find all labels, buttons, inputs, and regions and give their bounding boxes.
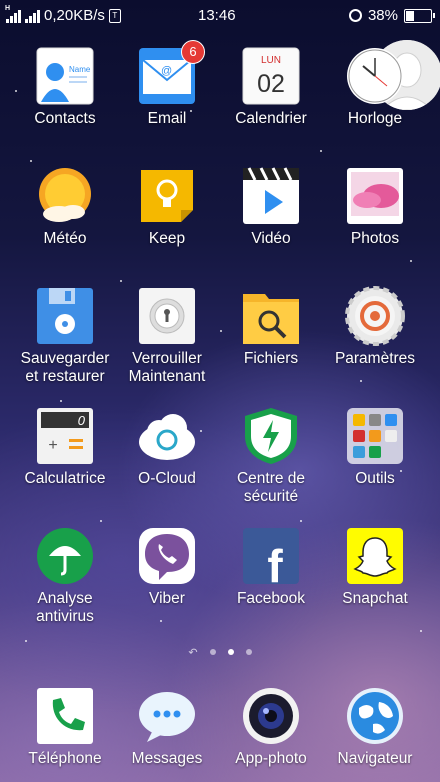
- app-keep[interactable]: Keep: [112, 166, 222, 248]
- app-label: Paramètres: [334, 350, 416, 367]
- svg-text:02: 02: [257, 70, 285, 98]
- svg-text:+: +: [48, 437, 57, 454]
- messages-icon: [137, 686, 197, 746]
- calculator-icon: 0 +: [35, 406, 95, 466]
- browser-icon: [345, 686, 405, 746]
- app-weather[interactable]: Météo: [10, 166, 120, 248]
- app-label-line1: Verrouiller: [132, 350, 202, 367]
- app-label-line2: Maintenant: [128, 368, 206, 385]
- dock-messages[interactable]: Messages: [112, 686, 222, 768]
- app-photos[interactable]: Photos: [320, 166, 430, 248]
- app-label: Keep: [148, 230, 186, 247]
- page-dot[interactable]: [209, 649, 216, 655]
- app-label-line1: Analyse: [37, 590, 93, 607]
- lock-icon: [137, 286, 197, 346]
- signal-icon-2: [25, 9, 40, 23]
- app-calendar[interactable]: LUN 02 Calendrier: [216, 46, 326, 128]
- camera-icon: [241, 686, 301, 746]
- files-icon: [241, 286, 301, 346]
- app-label: Téléphone: [28, 750, 102, 767]
- svg-text:LUN: LUN: [261, 55, 281, 66]
- app-viber[interactable]: Viber: [112, 526, 222, 608]
- status-bar: H 0,20KB/s T 13:46 38%: [0, 0, 440, 32]
- svg-text:0: 0: [78, 413, 86, 428]
- app-label-line2: et restaurer: [25, 368, 105, 385]
- app-label-line1: Sauvegarder: [20, 350, 110, 367]
- app-label-line2: sécurité: [243, 488, 299, 505]
- app-antivirus[interactable]: Analyse antivirus: [10, 526, 120, 626]
- app-tools-folder[interactable]: Outils: [320, 406, 430, 488]
- swipe-hint-icon: ↶: [188, 646, 198, 659]
- app-backup[interactable]: Sauvegarder et restaurer: [10, 286, 120, 386]
- page-dot[interactable]: [245, 649, 252, 655]
- dock-camera[interactable]: App-photo: [216, 686, 326, 768]
- signal-icon: H: [5, 5, 21, 23]
- app-lock[interactable]: Verrouiller Maintenant: [112, 286, 222, 386]
- viber-icon: [137, 526, 197, 586]
- unread-badge: 6: [181, 40, 205, 64]
- photos-icon: [345, 166, 405, 226]
- facebook-icon: f: [241, 526, 301, 592]
- status-time: 13:46: [198, 7, 236, 24]
- keep-icon: [137, 166, 197, 226]
- app-label: Vidéo: [251, 230, 291, 247]
- battery-percent: 38%: [367, 7, 398, 24]
- app-label: Viber: [149, 590, 185, 607]
- app-label-line2: antivirus: [36, 608, 94, 625]
- app-label: Météo: [43, 230, 87, 247]
- notification-icon: T: [108, 8, 121, 23]
- battery-icon: [404, 8, 435, 23]
- weather-icon: [35, 166, 95, 226]
- video-icon: [241, 166, 301, 226]
- email-icon: @ 6: [137, 40, 205, 106]
- tools-folder-icon: [345, 406, 405, 466]
- security-icon: [241, 406, 301, 466]
- app-clock[interactable]: Horloge: [320, 46, 430, 128]
- app-calculator[interactable]: 0 + Calculatrice: [10, 406, 120, 488]
- svg-text:f: f: [267, 540, 283, 586]
- dock-phone[interactable]: Téléphone: [10, 686, 120, 768]
- clock-icon: [345, 46, 405, 106]
- app-security[interactable]: Centre de sécurité: [216, 406, 326, 506]
- app-settings[interactable]: Paramètres: [320, 286, 430, 368]
- app-video[interactable]: Vidéo: [216, 166, 326, 248]
- settings-icon: [345, 286, 405, 346]
- antivirus-icon: [35, 526, 95, 586]
- app-ocloud[interactable]: O-Cloud: [112, 406, 222, 488]
- app-label: Email: [147, 110, 187, 127]
- app-email[interactable]: @ 6 Email: [112, 40, 222, 128]
- app-label: Photos: [350, 230, 400, 247]
- app-snapchat[interactable]: Snapchat: [320, 526, 430, 608]
- app-label: App-photo: [235, 750, 307, 767]
- app-label-line1: Centre de: [236, 470, 306, 487]
- app-label: Calendrier: [235, 110, 307, 127]
- calendar-icon: LUN 02: [241, 46, 301, 106]
- app-label: O-Cloud: [138, 470, 196, 487]
- app-label: Messages: [131, 750, 203, 767]
- snapchat-icon: [345, 526, 405, 586]
- app-label: Calculatrice: [24, 470, 106, 487]
- page-dot-active[interactable]: [227, 649, 234, 655]
- app-contacts[interactable]: Name Contacts: [10, 46, 120, 128]
- app-label: Snapchat: [342, 590, 408, 607]
- app-label: Contacts: [34, 110, 96, 127]
- app-label: Navigateur: [337, 750, 413, 767]
- contacts-icon: Name: [35, 46, 95, 106]
- app-files[interactable]: Fichiers: [216, 286, 326, 368]
- phone-icon: [35, 686, 95, 746]
- alarm-icon: [348, 9, 362, 22]
- app-label: Outils: [355, 470, 395, 487]
- page-indicator: ↶: [0, 645, 440, 659]
- cloud-icon: [137, 406, 197, 466]
- app-label: Horloge: [347, 110, 403, 127]
- svg-text:@: @: [161, 65, 172, 77]
- app-label: Fichiers: [243, 350, 299, 367]
- backup-icon: [35, 286, 95, 346]
- app-label: Facebook: [236, 590, 306, 607]
- network-speed: 0,20KB/s: [44, 7, 105, 24]
- dock-browser[interactable]: Navigateur: [320, 686, 430, 768]
- svg-text:Name: Name: [69, 65, 91, 74]
- app-facebook[interactable]: f Facebook: [216, 526, 326, 608]
